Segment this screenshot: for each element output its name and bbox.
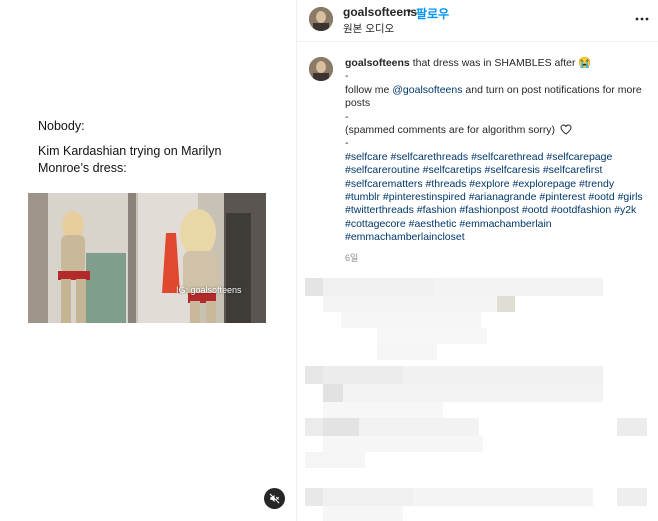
follow-prefix: follow me: [345, 83, 393, 96]
more-options-button[interactable]: [633, 10, 651, 28]
meme-line-1: Nobody:: [38, 119, 85, 133]
heart-icon: [560, 124, 572, 135]
post-time[interactable]: 6일: [345, 251, 358, 264]
separator-dot: •: [407, 4, 412, 18]
meme-photo: IG: goalsofteens: [28, 193, 266, 323]
caption-username[interactable]: goalsofteens: [345, 57, 410, 69]
audio-label[interactable]: 원본 오디오: [343, 21, 394, 36]
speaker-muted-icon: [269, 493, 280, 504]
caption-text: that dress was in SHAMBLES after 😭: [412, 57, 592, 69]
post-caption: goalsofteens that dress was in SHAMBLES …: [345, 57, 645, 245]
watermark: IG: goalsofteens: [176, 285, 242, 295]
post-media: Nobody: Kim Kardashian trying on Marilyn…: [0, 0, 296, 521]
caption-avatar[interactable]: [309, 57, 333, 81]
follow-button[interactable]: 팔로우: [416, 5, 449, 22]
meme-caption: Nobody: Kim Kardashian trying on Marilyn…: [38, 118, 268, 185]
more-options-icon: [635, 17, 649, 21]
hashtags[interactable]: #selfcare #selfcarethreads #selfcarethre…: [345, 151, 645, 245]
caption-dash-3: -: [345, 137, 349, 150]
post-side-panel: goalsofteens • 팔로우 원본 오디오 goalsofteens t…: [297, 0, 658, 521]
author-avatar[interactable]: [309, 7, 333, 31]
caption-dash-1: -: [345, 70, 349, 83]
blurred-comments: [297, 268, 658, 521]
meme-line-2: Kim Kardashian trying on Marilyn Monroe’…: [38, 144, 222, 175]
caption-dash-2: -: [345, 110, 349, 123]
spam-note: (spammed comments are for algorithm sorr…: [345, 124, 556, 137]
post-header: goalsofteens • 팔로우 원본 오디오: [297, 0, 658, 42]
author-username[interactable]: goalsofteens: [343, 5, 417, 19]
mention-link[interactable]: @goalsofteens: [392, 84, 462, 96]
mute-button[interactable]: [264, 488, 285, 509]
